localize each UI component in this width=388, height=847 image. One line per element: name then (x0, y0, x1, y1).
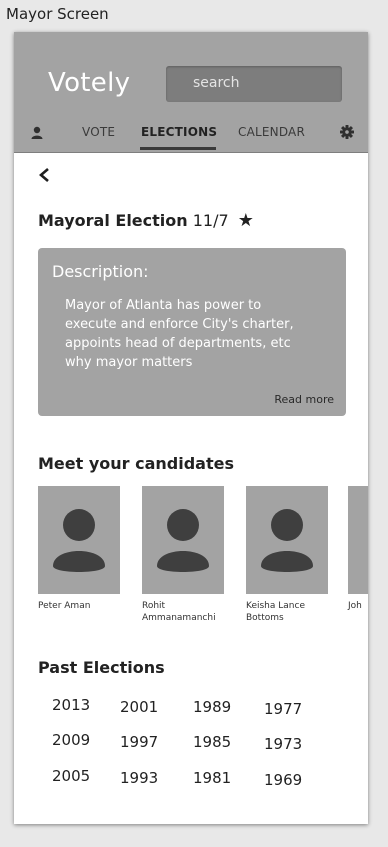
candidate-card[interactable]: Peter Aman (38, 486, 120, 612)
year-link[interactable]: 2005 (52, 767, 100, 785)
description-body: Mayor of Atlanta has power to execute an… (65, 298, 294, 370)
year-link[interactable]: 1981 (193, 769, 241, 787)
candidate-photo (348, 486, 368, 594)
tab-vote[interactable]: VOTE (82, 125, 115, 139)
year-link[interactable]: 1993 (120, 769, 168, 787)
tab-calendar[interactable]: CALENDAR (238, 125, 305, 139)
year-link[interactable]: 1997 (120, 733, 168, 751)
past-elections-heading: Past Elections (38, 658, 165, 677)
candidate-card[interactable]: Rohit Ammanamanchi (142, 486, 224, 624)
candidate-card[interactable]: Keisha Lance Bottoms (246, 486, 328, 624)
year-link[interactable]: 2001 (120, 698, 168, 716)
back-button[interactable] (38, 164, 50, 189)
app-header: Votely search VOTE ELECTIONS CALENDAR (14, 32, 368, 153)
nav-bar: VOTE ELECTIONS CALENDAR (14, 118, 368, 152)
candidate-name: Rohit Ammanamanchi (142, 601, 216, 623)
avatar-icon (53, 509, 105, 572)
description-card: Description: Mayor of Atlanta has power … (38, 248, 346, 416)
search-placeholder: search (193, 75, 240, 91)
candidate-name: Peter Aman (38, 601, 91, 611)
read-more-link[interactable]: Read more (274, 393, 334, 406)
candidate-name: Joh (348, 601, 362, 611)
candidate-photo (38, 486, 120, 594)
election-name: Mayoral Election (38, 211, 188, 230)
active-tab-indicator (140, 147, 216, 150)
year-link[interactable]: 1973 (264, 735, 312, 753)
candidates-carousel[interactable]: Peter Aman Rohit Ammanamanchi Keisha Lan… (38, 486, 368, 636)
star-icon[interactable]: ★ (238, 210, 254, 231)
description-title: Description: (52, 262, 149, 281)
page-title: Mayoral Election 11/7 ★ (38, 210, 254, 231)
phone-screen: Votely search VOTE ELECTIONS CALENDAR Ma… (14, 32, 368, 824)
year-link[interactable]: 2009 (52, 731, 100, 749)
year-link[interactable]: 1989 (193, 698, 241, 716)
candidate-photo (246, 486, 328, 594)
search-input[interactable]: search (166, 66, 342, 102)
app-title: Votely (48, 68, 131, 98)
gear-icon[interactable] (340, 125, 354, 139)
screen-label: Mayor Screen (6, 5, 109, 23)
user-icon[interactable] (31, 126, 43, 140)
avatar-icon (261, 509, 313, 572)
year-link[interactable]: 1977 (264, 700, 312, 718)
avatar-icon (157, 509, 209, 572)
election-date: 11/7 (192, 211, 229, 230)
year-link[interactable]: 1985 (193, 733, 241, 751)
chevron-left-icon (39, 168, 49, 182)
candidate-card[interactable]: Joh (348, 486, 368, 612)
candidate-name: Keisha Lance Bottoms (246, 601, 305, 623)
year-link[interactable]: 1969 (264, 771, 312, 789)
candidates-heading: Meet your candidates (38, 454, 234, 473)
year-link[interactable]: 2013 (52, 696, 100, 714)
tab-elections[interactable]: ELECTIONS (141, 125, 217, 139)
candidate-photo (142, 486, 224, 594)
